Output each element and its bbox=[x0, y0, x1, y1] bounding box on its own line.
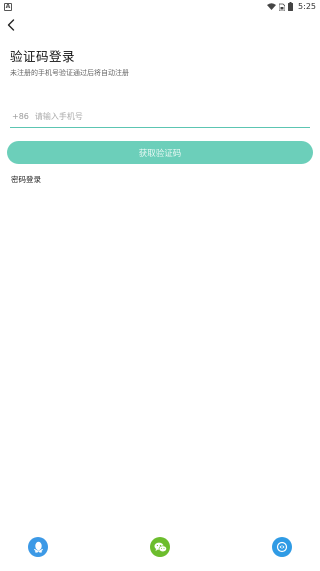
chevron-left-icon bbox=[7, 19, 15, 31]
back-button[interactable] bbox=[4, 18, 18, 32]
get-code-button[interactable]: 获取验证码 bbox=[7, 141, 313, 164]
wechat-login-button[interactable] bbox=[150, 537, 170, 557]
status-bar: A 5:25 bbox=[0, 0, 320, 13]
password-login-link[interactable]: 密码登录 bbox=[11, 174, 41, 185]
page-title: 验证码登录 bbox=[10, 49, 76, 64]
sim-icon bbox=[279, 3, 286, 11]
phone-input-row: +86 bbox=[10, 106, 310, 128]
login-screen: A 5:25 验证码登录 未注册的手机号验证通过后将自动注册 +86 获取验证码 bbox=[0, 0, 320, 571]
status-left: A bbox=[4, 2, 12, 11]
weibo-login-button[interactable] bbox=[272, 537, 292, 557]
wechat-icon bbox=[154, 542, 167, 552]
qq-icon bbox=[33, 541, 43, 553]
notification-icon: A bbox=[4, 2, 12, 11]
wifi-icon bbox=[267, 3, 277, 10]
status-right: 5:25 bbox=[267, 2, 316, 11]
qq-login-button[interactable] bbox=[28, 537, 48, 557]
weibo-icon bbox=[276, 541, 288, 553]
country-code[interactable]: +86 bbox=[12, 112, 29, 121]
battery-icon bbox=[288, 2, 294, 11]
phone-input[interactable] bbox=[34, 112, 310, 121]
page-subtitle: 未注册的手机号验证通过后将自动注册 bbox=[10, 69, 129, 77]
status-time: 5:25 bbox=[298, 2, 316, 11]
